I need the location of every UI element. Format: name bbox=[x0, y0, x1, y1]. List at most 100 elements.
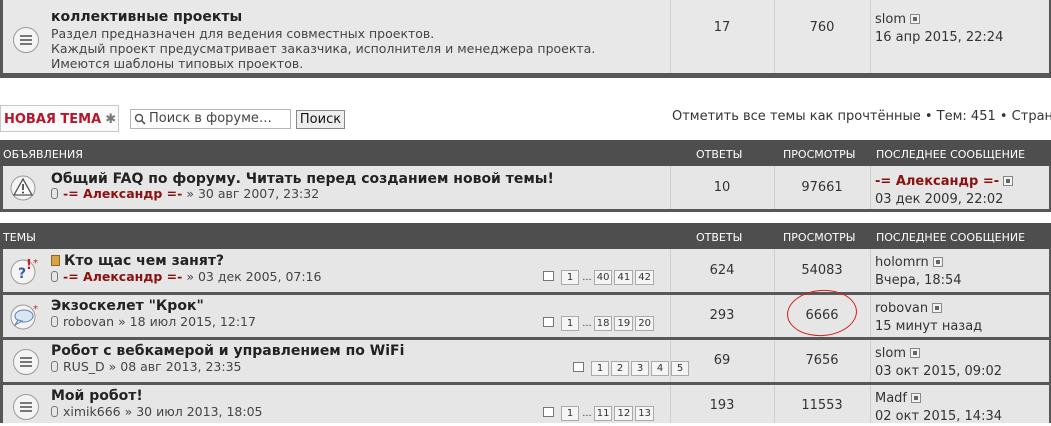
topic-pagination: 1 ... 18 19 20 bbox=[543, 316, 654, 331]
page-link[interactable]: 18 bbox=[593, 316, 613, 331]
view-latest-post-icon[interactable] bbox=[932, 257, 943, 267]
search-button[interactable]: Поиск bbox=[296, 110, 345, 129]
new-topic-button[interactable]: НОВАЯ ТЕМА ✱ bbox=[0, 105, 119, 132]
pages-icon bbox=[543, 317, 554, 327]
replies-count: 624 bbox=[709, 263, 735, 278]
chat-topic-icon: * bbox=[10, 304, 38, 330]
svg-text:?: ? bbox=[18, 266, 26, 282]
topic-meta: robovan » 18 июл 2015, 12:17 bbox=[51, 314, 256, 329]
svg-text:*: * bbox=[33, 258, 38, 269]
view-latest-post-icon[interactable] bbox=[911, 393, 922, 403]
topic-title-link[interactable]: Экзоскелет "Крок" bbox=[51, 298, 204, 314]
last-post-author-link[interactable]: Madf bbox=[875, 391, 907, 406]
topic-meta: RUS_D » 08 авг 2013, 23:35 bbox=[51, 359, 242, 374]
page-link[interactable]: 1 bbox=[591, 361, 609, 376]
topic-title: Кто щас чем занят? bbox=[51, 253, 224, 269]
topic-author-link[interactable]: -= Александр =- bbox=[63, 269, 182, 284]
topic-read-icon bbox=[13, 394, 39, 420]
forum-title-link[interactable]: коллективные проекты bbox=[51, 9, 242, 25]
new-topic-label: НОВАЯ ТЕМА bbox=[4, 112, 102, 127]
page-link[interactable]: 1 bbox=[561, 270, 579, 285]
page-link[interactable]: 1 bbox=[561, 406, 579, 421]
last-post-time: 16 апр 2015, 22:24 bbox=[875, 30, 1004, 45]
last-post-column-header: ПОСЛЕДНЕЕ СООБЩЕНИЕ bbox=[876, 231, 1026, 244]
page-link[interactable]: 3 bbox=[631, 361, 649, 376]
last-post-author-link[interactable]: holomrn bbox=[875, 255, 929, 270]
announcement-icon bbox=[10, 175, 36, 201]
last-post-cell: holomrn Вчера, 18:54 bbox=[875, 254, 962, 290]
last-post-cell: slom 03 окт 2015, 09:02 bbox=[875, 345, 1002, 381]
last-post-author-link[interactable]: slom bbox=[875, 12, 906, 27]
replies-column-header: ОТВЕТЫ bbox=[696, 231, 743, 244]
last-post-cell: Madf 02 окт 2015, 14:34 bbox=[875, 390, 1002, 426]
topic-author-link[interactable]: robovan bbox=[63, 314, 114, 329]
page-link[interactable]: 42 bbox=[635, 270, 654, 285]
view-latest-post-icon[interactable] bbox=[932, 303, 943, 313]
replies-column-header: ОТВЕТЫ bbox=[696, 148, 743, 161]
page-link[interactable]: 11 bbox=[593, 406, 613, 421]
pagination-ellipsis: ... bbox=[582, 408, 592, 419]
topic-author-link[interactable]: RUS_D bbox=[63, 359, 105, 374]
pagination-ellipsis: ... bbox=[582, 272, 592, 283]
pencil-icon bbox=[51, 255, 60, 266]
page-link[interactable]: 13 bbox=[635, 406, 654, 421]
topic-meta: ximik666 » 30 июл 2013, 18:05 bbox=[51, 404, 263, 419]
page-link[interactable]: 19 bbox=[614, 316, 634, 331]
views-count: 7656 bbox=[805, 353, 839, 368]
forum-posts-count: 760 bbox=[809, 20, 835, 35]
announcements-title: ОБЪЯВЛЕНИЯ bbox=[3, 148, 83, 161]
forum-read-icon bbox=[13, 27, 39, 53]
topic-title-link[interactable]: Робот с вебкамерой и управлением по WiFi bbox=[51, 343, 404, 359]
views-count: 54083 bbox=[801, 263, 843, 278]
views-count: 11553 bbox=[801, 398, 843, 413]
forum-description-line: Имеются шаблоны типовых проектов. bbox=[51, 56, 304, 71]
last-post-time: 02 окт 2015, 14:34 bbox=[875, 409, 1002, 424]
announcements-header: ОБЪЯВЛЕНИЯ ОТВЕТЫ ПРОСМОТРЫ ПОСЛЕДНЕЕ СО… bbox=[0, 140, 1051, 166]
mark-read-and-pagination[interactable]: Отметить все темы как прочтённые • Тем: … bbox=[672, 109, 1051, 124]
topic-pagination: 1 ... 11 12 13 bbox=[543, 406, 654, 421]
topics-header: ТЕМЫ ОТВЕТЫ ПРОСМОТРЫ ПОСЛЕДНЕЕ СООБЩЕНИ… bbox=[0, 223, 1051, 249]
attachment-icon bbox=[51, 361, 58, 372]
search-input[interactable]: Поиск в форуме… bbox=[130, 109, 291, 129]
page-link[interactable]: 20 bbox=[635, 316, 654, 331]
topic-row: Робот с вебкамерой и управлением по WiFi… bbox=[3, 340, 1049, 382]
topic-row: ? ! * Кто щас чем занят? -= Александр =-… bbox=[3, 249, 1049, 292]
announcement-row: Общий FAQ по форуму. Читать перед создан… bbox=[3, 166, 1049, 209]
forum-last-post: slom 16 апр 2015, 22:24 bbox=[875, 11, 1003, 47]
topic-pagination: 1 ... 40 41 42 bbox=[543, 270, 654, 285]
last-post-column-header: ПОСЛЕДНЕЕ СООБЩЕНИЕ bbox=[876, 148, 1026, 161]
page-link[interactable]: 4 bbox=[651, 361, 669, 376]
last-post-cell: robovan 15 минут назад bbox=[875, 300, 982, 336]
attachment-icon bbox=[51, 271, 58, 282]
last-post-author-link[interactable]: -= Александр =- bbox=[875, 174, 999, 189]
page-link[interactable]: 41 bbox=[614, 270, 634, 285]
views-column-header: ПРОСМОТРЫ bbox=[783, 148, 856, 161]
view-latest-post-icon[interactable] bbox=[910, 14, 921, 24]
forum-block: коллективные проекты Раздел предназначен… bbox=[0, 0, 1051, 78]
svg-text:*: * bbox=[33, 304, 38, 315]
topics-title: ТЕМЫ bbox=[3, 231, 36, 244]
replies-count: 193 bbox=[709, 398, 735, 413]
replies-count: 69 bbox=[713, 353, 731, 368]
page-link[interactable]: 40 bbox=[593, 270, 613, 285]
topic-row: * Экзоскелет "Крок" robovan » 18 июл 201… bbox=[3, 295, 1049, 337]
topic-date: » 03 дек 2005, 07:16 bbox=[186, 269, 322, 284]
search-icon bbox=[134, 113, 146, 125]
view-latest-post-icon[interactable] bbox=[1003, 176, 1014, 186]
topic-date: » 18 июл 2015, 12:17 bbox=[118, 314, 256, 329]
views-column-header: ПРОСМОТРЫ bbox=[783, 231, 856, 244]
last-post-cell: -= Александр =- 03 дек 2009, 22:02 bbox=[875, 173, 1014, 209]
topic-author-link[interactable]: ximik666 bbox=[63, 404, 121, 419]
page-link[interactable]: 2 bbox=[611, 361, 629, 376]
topic-title-link[interactable]: Кто щас чем занят? bbox=[64, 253, 224, 269]
topic-date: » 30 июл 2013, 18:05 bbox=[124, 404, 263, 419]
page-link[interactable]: 12 bbox=[614, 406, 634, 421]
topic-author-link[interactable]: -= Александр =- bbox=[63, 186, 182, 201]
announcement-title-link[interactable]: Общий FAQ по форуму. Читать перед создан… bbox=[51, 171, 554, 187]
page-link[interactable]: 1 bbox=[561, 316, 579, 331]
view-latest-post-icon[interactable] bbox=[910, 348, 921, 358]
forum-row-collective-projects: коллективные проекты Раздел предназначен… bbox=[3, 0, 1049, 73]
last-post-author-link[interactable]: slom bbox=[875, 346, 906, 361]
topic-title-link[interactable]: Мой робот! bbox=[51, 388, 143, 404]
last-post-author-link[interactable]: robovan bbox=[875, 301, 928, 316]
